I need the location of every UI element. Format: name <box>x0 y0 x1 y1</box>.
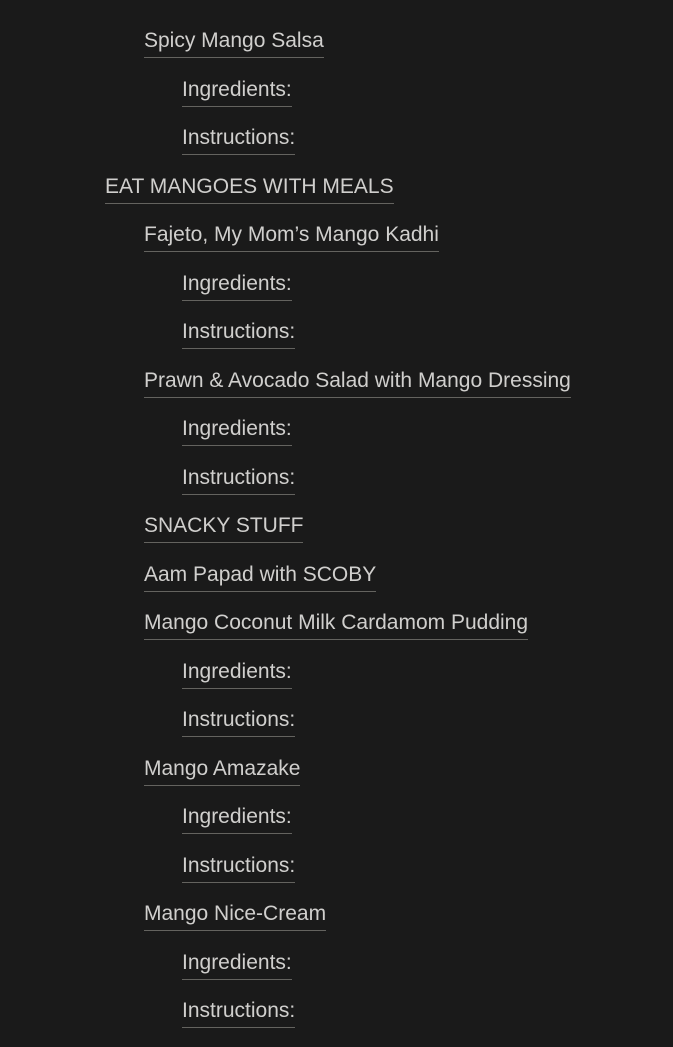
outline-row: Ingredients: <box>0 804 673 853</box>
outline-row: Ingredients: <box>0 271 673 320</box>
outline-link-section-link[interactable]: Instructions: <box>182 853 296 883</box>
outline-row: Ingredients: <box>0 416 673 465</box>
outline-row: Ingredients: <box>0 659 673 708</box>
outline-link-section-heading[interactable]: SNACKY STUFF <box>144 513 304 543</box>
outline-link-recipe-title[interactable]: Fajeto, My Mom’s Mango Kadhi <box>144 222 439 252</box>
outline-row: Mango Amazake <box>0 756 673 805</box>
outline-link-section-link[interactable]: Ingredients: <box>182 271 292 301</box>
outline-row: Instructions: <box>0 707 673 756</box>
outline-link-recipe-title[interactable]: Spicy Mango Salsa <box>144 28 324 58</box>
outline-link-section-link[interactable]: Instructions: <box>182 319 296 349</box>
outline-row: Mango Nice-Cream <box>0 901 673 950</box>
outline-link-section-link[interactable]: Ingredients: <box>182 804 292 834</box>
outline-row: Ingredients: <box>0 950 673 999</box>
outline-row: Instructions: <box>0 319 673 368</box>
outline-link-section-link[interactable]: Ingredients: <box>182 77 292 107</box>
outline-link-recipe-title[interactable]: Mango Nice-Cream <box>144 901 327 931</box>
document-outline: Spicy Mango Salsa Ingredients: Instruction… <box>0 0 673 1047</box>
outline-row: Instructions: <box>0 998 673 1047</box>
outline-row: Mango Coconut Milk Cardamom Pudding <box>0 610 673 659</box>
outline-link-section-link[interactable]: Instructions: <box>182 707 296 737</box>
outline-link-section-link[interactable]: Ingredients: <box>182 950 292 980</box>
outline-link-recipe-title[interactable]: Mango Amazake <box>144 756 301 786</box>
outline-row: Fajeto, My Mom’s Mango Kadhi <box>0 222 673 271</box>
outline-row: Aam Papad with SCOBY <box>0 562 673 611</box>
outline-row: Spicy Mango Salsa <box>0 28 673 77</box>
outline-link-section-link[interactable]: Ingredients: <box>182 416 292 446</box>
outline-link-recipe-title[interactable]: Aam Papad with SCOBY <box>144 562 377 592</box>
outline-row: Ingredients: <box>0 77 673 126</box>
outline-row: Instructions: <box>0 125 673 174</box>
outline-row: Prawn & Avocado Salad with Mango Dressin… <box>0 368 673 417</box>
outline-row: Instructions: <box>0 465 673 514</box>
outline-link-section-link[interactable]: Instructions: <box>182 125 296 155</box>
outline-link-section-heading[interactable]: EAT MANGOES WITH MEALS <box>105 174 394 204</box>
outline-link-section-link[interactable]: Ingredients: <box>182 659 292 689</box>
outline-link-recipe-title[interactable]: Mango Coconut Milk Cardamom Pudding <box>144 610 529 640</box>
outline-row: EAT MANGOES WITH MEALS <box>0 174 673 223</box>
outline-link-section-link[interactable]: Instructions: <box>182 465 296 495</box>
outline-row: Instructions: <box>0 853 673 902</box>
outline-row: SNACKY STUFF <box>0 513 673 562</box>
outline-link-recipe-title[interactable]: Prawn & Avocado Salad with Mango Dressin… <box>144 368 571 398</box>
outline-link-section-link[interactable]: Instructions: <box>182 998 296 1028</box>
